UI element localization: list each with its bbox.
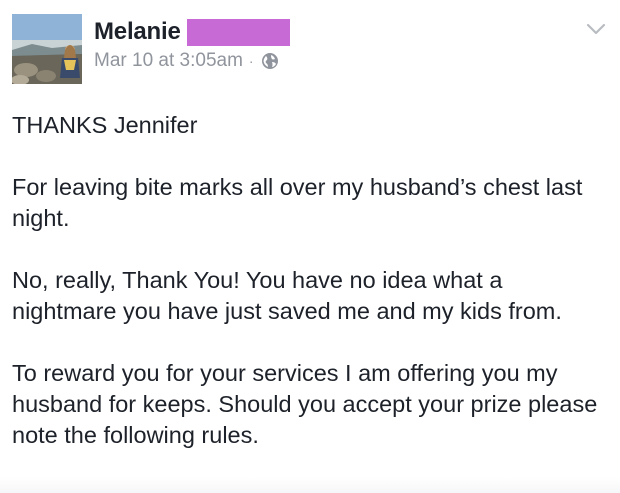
post-paragraph: To reward you for your services I am off…	[12, 360, 598, 448]
post-timestamp[interactable]: Mar 10 at 3:05am	[94, 50, 243, 72]
post-paragraph: THANKS Jennifer	[12, 112, 198, 138]
author-row: Melanie	[94, 16, 290, 48]
facebook-post: Melanie Mar 10 at 3:05am · THANKS Jennif…	[0, 0, 620, 493]
chevron-down-icon[interactable]	[586, 22, 606, 36]
timestamp-row: Mar 10 at 3:05am ·	[94, 50, 290, 72]
redaction-bar	[186, 18, 290, 46]
post-body: THANKS Jennifer For leaving bite marks a…	[12, 110, 608, 482]
post-meta: Melanie Mar 10 at 3:05am ·	[94, 16, 290, 72]
post-header: Melanie Mar 10 at 3:05am ·	[12, 14, 290, 94]
author-name[interactable]: Melanie	[94, 18, 181, 46]
post-paragraph: For leaving bite marks all over my husba…	[12, 174, 583, 231]
avatar-photo	[12, 14, 82, 84]
avatar[interactable]	[12, 14, 82, 84]
bottom-fade	[0, 477, 620, 493]
globe-icon[interactable]	[261, 52, 279, 70]
post-paragraph: No, really, Thank You! You have no idea …	[12, 267, 562, 324]
meta-separator: ·	[248, 53, 254, 69]
